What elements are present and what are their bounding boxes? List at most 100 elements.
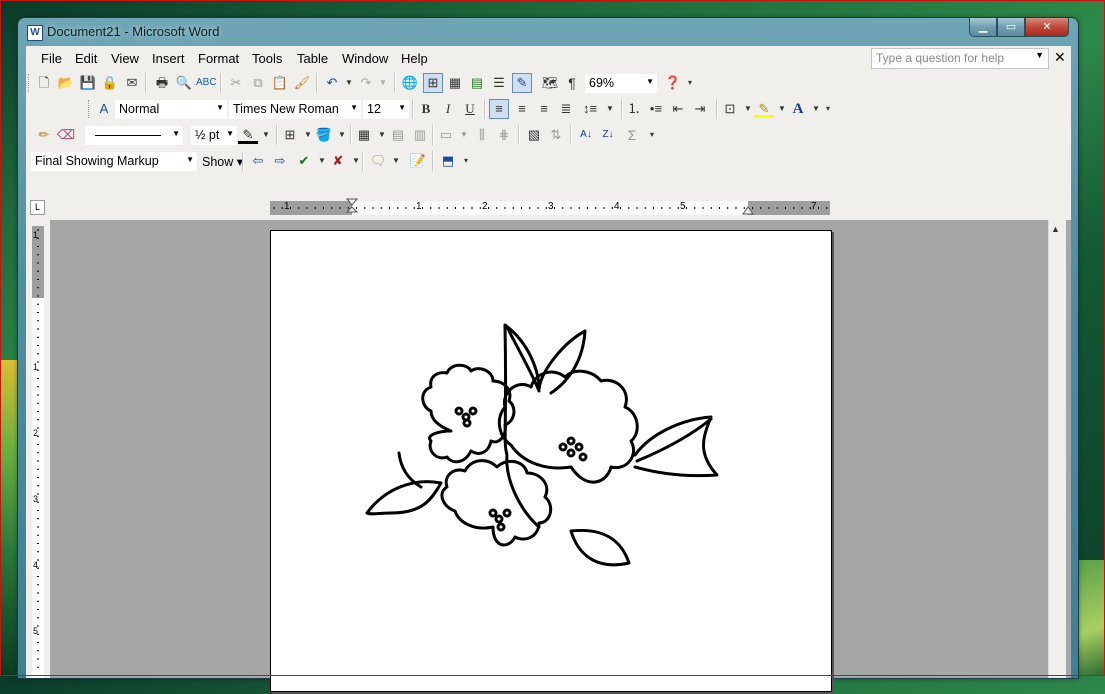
split-cells-icon[interactable]: ▥ — [410, 125, 430, 145]
minimize-button[interactable]: ▁ — [969, 18, 997, 37]
menu-table[interactable]: Table — [297, 51, 328, 66]
menu-insert[interactable]: Insert — [152, 51, 185, 66]
line-weight-select[interactable]: ½ pt ▼ — [190, 125, 238, 146]
chevron-down-icon[interactable]: ▼ — [332, 125, 352, 145]
style-select[interactable]: Normal ▼ — [114, 99, 228, 120]
font-select[interactable]: Times New Roman ▼ — [228, 99, 362, 120]
tables-borders-icon[interactable]: ⊞ — [423, 73, 443, 93]
line-spacing-icon[interactable]: ↕≡ — [580, 99, 600, 119]
align-cell-icon[interactable]: ▭ — [436, 125, 456, 145]
insert-table-icon[interactable]: ▦ — [445, 73, 465, 93]
menu-file[interactable]: File — [41, 51, 62, 66]
toolbar-options-icon[interactable]: ▾ — [680, 73, 700, 93]
accept-change-icon[interactable]: ✔ — [294, 151, 314, 171]
insert-table-icon[interactable]: ▦ — [354, 125, 374, 145]
display-for-review-select[interactable]: Final Showing Markup ▼ — [30, 151, 198, 172]
paste-icon[interactable]: 📋 — [270, 73, 290, 93]
open-folder-icon[interactable]: 📂 — [56, 73, 76, 93]
horizontal-ruler[interactable]: 1 1 2 3 4 5 7 — [270, 198, 830, 215]
title-bar[interactable]: W Document21 - Microsoft Word ▁ ▭ ✕ — [18, 18, 1078, 46]
insert-excel-icon[interactable]: ▤ — [467, 73, 487, 93]
distribute-columns-icon[interactable]: ⋕ — [494, 125, 514, 145]
reviewing-pane-icon[interactable]: ⬒ — [438, 151, 458, 171]
menu-window[interactable]: Window — [342, 51, 388, 66]
word-app-icon[interactable]: W — [27, 25, 43, 41]
numbering-icon[interactable]: ⒈ — [624, 99, 644, 119]
format-painter-icon[interactable]: 🖌 — [292, 73, 312, 93]
document-close-button[interactable]: ✕ — [1054, 49, 1066, 66]
next-change-icon[interactable]: ⇨ — [270, 151, 290, 171]
sort-descending-icon[interactable]: Z↓ — [598, 125, 618, 145]
chevron-down-icon[interactable]: ▼ — [256, 125, 276, 145]
document-page[interactable] — [270, 230, 832, 692]
chevron-down-icon[interactable]: ▼ — [226, 129, 234, 138]
copy-icon[interactable]: ⧉ — [248, 73, 268, 93]
underline-icon[interactable]: U — [460, 99, 480, 119]
chevron-down-icon[interactable]: ▼ — [600, 99, 620, 119]
track-changes-icon[interactable]: 📝 — [408, 151, 428, 171]
print-preview-icon[interactable]: 🔍 — [174, 73, 194, 93]
highlight-icon[interactable]: ✎ — [754, 99, 774, 118]
scroll-up-icon[interactable]: ▲ — [1051, 224, 1060, 234]
chevron-down-icon[interactable]: ▼ — [186, 155, 194, 164]
chevron-down-icon[interactable]: ▼ — [454, 125, 474, 145]
toolbar-grip[interactable] — [28, 74, 32, 92]
email-icon[interactable]: ✉ — [122, 73, 142, 93]
toolbar-options-icon[interactable]: ▾ — [456, 151, 476, 171]
insert-comment-icon[interactable]: 🗨 — [368, 151, 388, 171]
menu-edit[interactable]: Edit — [75, 51, 97, 66]
print-icon[interactable]: 🖶 — [152, 73, 172, 93]
shading-color-icon[interactable]: 🪣 — [314, 125, 334, 145]
toolbar-grip[interactable] — [88, 100, 92, 118]
align-right-icon[interactable]: ≡ — [534, 99, 554, 119]
reject-change-icon[interactable]: ✘ — [328, 151, 348, 171]
line-style-select[interactable]: ▼ — [84, 125, 184, 146]
vertical-scrollbar[interactable]: ▲ — [1048, 220, 1066, 678]
eraser-icon[interactable]: ⌫ — [56, 125, 76, 145]
chevron-down-icon[interactable]: ▼ — [386, 151, 406, 171]
permission-icon[interactable]: 🔒 — [100, 73, 120, 93]
chevron-down-icon[interactable]: ▼ — [216, 103, 224, 112]
close-button[interactable]: ✕ — [1025, 18, 1069, 37]
chevron-down-icon[interactable]: ▼ — [172, 129, 180, 138]
bullets-icon[interactable]: •≡ — [646, 99, 666, 119]
decrease-indent-icon[interactable]: ⇤ — [668, 99, 688, 119]
merge-cells-icon[interactable]: ▤ — [388, 125, 408, 145]
font-size-select[interactable]: 12 ▼ — [362, 99, 410, 120]
outside-border-icon[interactable]: ⊞ — [280, 125, 300, 145]
new-document-icon[interactable]: 🗋 — [34, 73, 54, 93]
vertical-ruler[interactable]: 1 1 2 3 4 5 — [32, 226, 44, 678]
hyperlink-icon[interactable]: 🌐 — [400, 73, 420, 93]
indent-marker-icon[interactable] — [346, 198, 358, 214]
sort-ascending-icon[interactable]: A↓ — [576, 125, 596, 145]
menu-help[interactable]: Help — [401, 51, 428, 66]
menu-format[interactable]: Format — [198, 51, 239, 66]
drawing-icon[interactable]: ✎ — [512, 73, 532, 93]
toolbar-options-icon[interactable]: ▾ — [642, 125, 662, 145]
help-question-box[interactable]: Type a question for help ▼ — [871, 48, 1049, 69]
increase-indent-icon[interactable]: ⇥ — [690, 99, 710, 119]
menu-tools[interactable]: Tools — [252, 51, 282, 66]
autosum-icon[interactable]: Σ — [622, 125, 642, 145]
show-menu-button[interactable]: Show ▾ — [202, 154, 243, 169]
menu-view[interactable]: View — [111, 51, 139, 66]
distribute-rows-icon[interactable]: ⫼ — [472, 125, 492, 145]
italic-icon[interactable]: I — [438, 99, 458, 119]
document-map-icon[interactable]: 🗺 — [540, 73, 560, 93]
borders-icon[interactable]: ⊡ — [720, 99, 740, 119]
text-direction-icon[interactable]: ⇅ — [546, 125, 566, 145]
flower-drawing[interactable] — [271, 231, 831, 691]
zoom-select[interactable]: 69% ▼ — [584, 73, 658, 94]
cut-icon[interactable]: ✂ — [226, 73, 246, 93]
tab-selector[interactable]: L — [30, 200, 45, 215]
columns-icon[interactable]: ☰ — [489, 73, 509, 93]
chevron-down-icon[interactable]: ▼ — [350, 103, 358, 112]
justify-icon[interactable]: ≣ — [556, 99, 576, 119]
font-color-icon[interactable]: A — [788, 99, 808, 119]
toolbar-options-icon[interactable]: ▾ — [818, 99, 838, 119]
align-left-icon[interactable]: ≡ — [489, 99, 509, 119]
previous-change-icon[interactable]: ⇦ — [248, 151, 268, 171]
maximize-button[interactable]: ▭ — [997, 18, 1025, 37]
chevron-down-icon[interactable]: ▼ — [646, 77, 654, 86]
draw-table-pencil-icon[interactable]: ✏ — [34, 125, 54, 145]
